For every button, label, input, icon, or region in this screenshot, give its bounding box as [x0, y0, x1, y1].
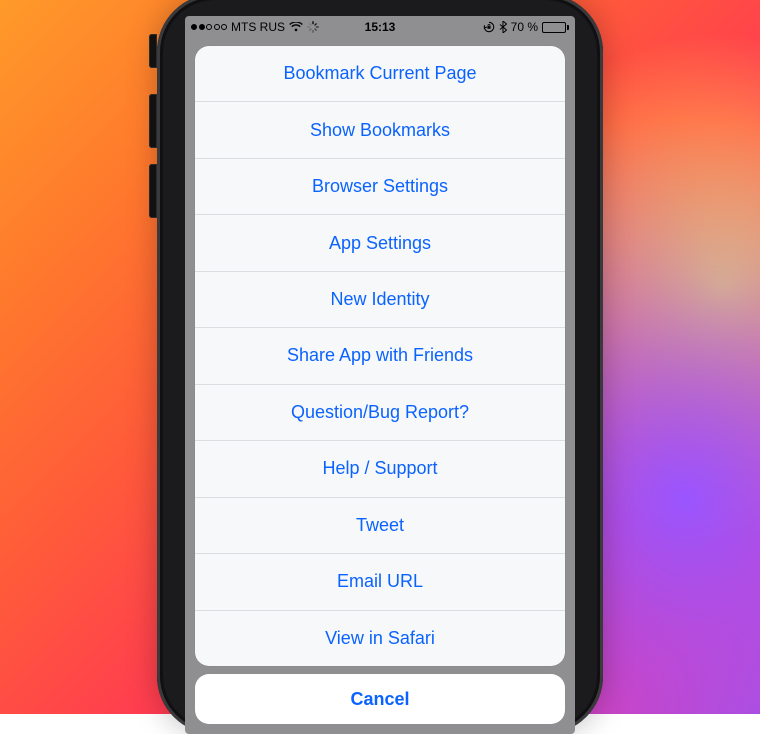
action-sheet-item-label: Share App with Friends	[287, 345, 473, 366]
status-bar-right: 70 %	[483, 20, 569, 34]
mute-switch	[149, 34, 157, 68]
action-sheet-item[interactable]: App Settings	[195, 214, 565, 270]
action-sheet-item[interactable]: Show Bookmarks	[195, 101, 565, 157]
action-sheet-item-label: Browser Settings	[312, 176, 448, 197]
action-sheet-item-label: New Identity	[330, 289, 429, 310]
carrier-label: MTS RUS	[231, 20, 285, 34]
battery-percent-label: 70 %	[511, 20, 538, 34]
phone-frame: MTS RUS	[157, 0, 603, 734]
action-sheet-item[interactable]: Tweet	[195, 497, 565, 553]
action-sheet-item[interactable]: New Identity	[195, 271, 565, 327]
action-sheet-list: Bookmark Current Page Show Bookmarks Brows…	[195, 46, 565, 666]
action-sheet-item[interactable]: Browser Settings	[195, 158, 565, 214]
action-sheet-item-label: Show Bookmarks	[310, 120, 450, 141]
action-sheet-item-label: Email URL	[337, 571, 423, 592]
cancel-button[interactable]: Cancel	[195, 674, 565, 724]
cancel-button-label: Cancel	[350, 689, 409, 710]
battery-icon	[542, 22, 569, 33]
status-bar: MTS RUS	[185, 16, 575, 38]
status-bar-left: MTS RUS	[191, 20, 319, 34]
action-sheet-item[interactable]: Question/Bug Report?	[195, 384, 565, 440]
action-sheet-item-label: Help / Support	[322, 458, 437, 479]
action-sheet-item-label: Bookmark Current Page	[283, 63, 476, 84]
volume-down-button	[149, 164, 157, 218]
rotation-lock-icon	[483, 21, 495, 33]
action-sheet-item[interactable]: Email URL	[195, 553, 565, 609]
action-sheet-item[interactable]: Bookmark Current Page	[195, 46, 565, 101]
action-sheet: Bookmark Current Page Show Bookmarks Brows…	[195, 46, 565, 734]
action-sheet-item-label: Tweet	[356, 515, 404, 536]
cellular-signal-icon	[191, 24, 227, 30]
action-sheet-item-label: Question/Bug Report?	[291, 402, 469, 423]
wifi-icon	[289, 22, 303, 32]
loading-icon	[307, 21, 319, 33]
action-sheet-item-label: View in Safari	[325, 628, 435, 649]
bluetooth-icon	[499, 21, 507, 33]
volume-up-button	[149, 94, 157, 148]
action-sheet-item[interactable]: View in Safari	[195, 610, 565, 666]
action-sheet-item[interactable]: Share App with Friends	[195, 327, 565, 383]
phone-screen: MTS RUS	[185, 16, 575, 734]
action-sheet-item[interactable]: Help / Support	[195, 440, 565, 496]
action-sheet-item-label: App Settings	[329, 233, 431, 254]
